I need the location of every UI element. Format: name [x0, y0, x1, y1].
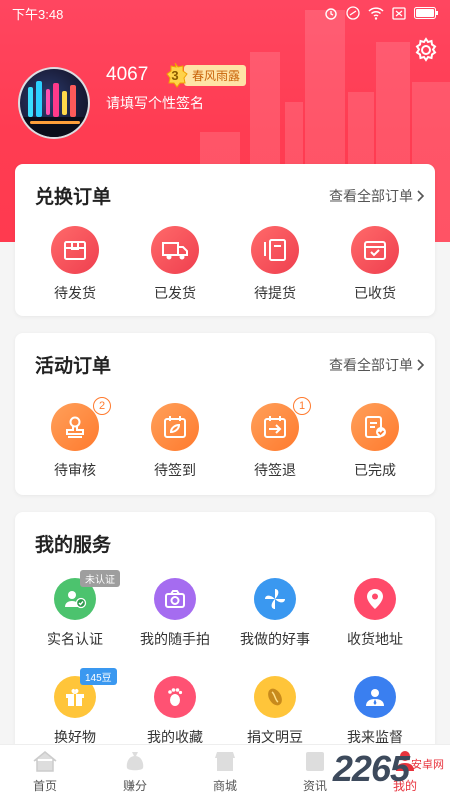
id-verify-icon	[65, 591, 87, 609]
activity-orders-title: 活动订单	[35, 356, 112, 377]
exchange-orders-title: 兑换订单	[35, 187, 112, 208]
tab-label: 赚分	[122, 779, 147, 793]
level-number: 3	[171, 67, 179, 83]
service-donate-beans[interactable]: 捐文明豆	[225, 676, 325, 747]
tab-home[interactable]: 首页	[0, 745, 90, 800]
tab-earn-points[interactable]: 赚分	[90, 745, 180, 800]
service-label: 收货地址	[347, 631, 403, 647]
activity-label: 已完成	[354, 462, 396, 478]
user-id: 4067	[106, 64, 149, 85]
exchange-view-all-link[interactable]: 查看全部订单	[329, 186, 425, 206]
watermark: 2265 安卓网	[333, 748, 444, 790]
nfc-icon	[346, 6, 360, 20]
order-label: 已收货	[354, 285, 396, 301]
tab-label: 商城	[212, 779, 237, 793]
supervisor-icon	[366, 689, 384, 706]
wifi-icon	[368, 6, 384, 20]
activity-view-all-link[interactable]: 查看全部订单	[329, 355, 425, 375]
avatar[interactable]	[18, 67, 90, 139]
services-title: 我的服务	[35, 535, 112, 556]
level-title: 春风雨露	[184, 64, 247, 86]
activity-label: 待签退	[254, 462, 296, 478]
tab-label: 首页	[32, 779, 57, 793]
order-pending-shipment[interactable]: 待发货	[25, 226, 125, 303]
status-time: 下午3:48	[12, 6, 64, 22]
shop-icon	[215, 752, 235, 771]
pickup-icon	[264, 239, 286, 261]
stamp-icon	[66, 416, 84, 438]
status-bar: 下午3:48	[0, 0, 450, 26]
truck-icon	[162, 242, 188, 260]
camera-icon	[165, 590, 185, 608]
pinwheel-icon	[265, 589, 285, 609]
service-label: 我的随手拍	[140, 631, 210, 647]
service-label: 实名认证	[47, 631, 103, 647]
battery-icon	[414, 7, 438, 19]
count-badge: 1	[293, 397, 311, 415]
news-icon	[306, 752, 324, 771]
verify-status-tag: 未认证	[80, 570, 120, 587]
bean-icon	[268, 688, 282, 706]
activity-orders-card: 活动订单 查看全部订单 2 待审核 待签到 1 待签退 已完成	[15, 333, 435, 495]
exchange-orders-card: 兑换订单 查看全部订单 待发货 已发货 待提货 已收货	[15, 164, 435, 316]
order-label: 待发货	[54, 285, 96, 301]
footprint-icon	[168, 688, 183, 706]
order-label: 已发货	[154, 285, 196, 301]
signature[interactable]: 请填写个性签名	[106, 93, 204, 113]
activity-pending-checkout[interactable]: 1 待签退	[225, 397, 325, 480]
alarm-icon	[325, 8, 337, 20]
activity-pending-review[interactable]: 2 待审核	[25, 397, 125, 480]
service-supervise[interactable]: 我来监督	[325, 676, 425, 747]
view-all-label: 查看全部订单	[329, 188, 413, 204]
order-pending-pickup[interactable]: 待提货	[225, 226, 325, 303]
order-received[interactable]: 已收货	[325, 226, 425, 303]
home-icon	[33, 751, 57, 772]
service-my-snapshots[interactable]: 我的随手拍	[125, 578, 225, 649]
watermark-site: 安卓网	[411, 759, 444, 771]
service-my-good-deeds[interactable]: 我做的好事	[225, 578, 325, 649]
count-badge: 2	[93, 397, 111, 415]
calendar-leaf-icon	[164, 416, 186, 438]
service-real-name-verify[interactable]: 未认证 实名认证	[25, 570, 125, 649]
activity-label: 待签到	[154, 462, 196, 478]
activity-label: 待审核	[54, 462, 96, 478]
view-all-label: 查看全部订单	[329, 357, 413, 373]
service-label: 我做的好事	[240, 631, 310, 647]
sim-icon	[392, 6, 406, 20]
tab-mall[interactable]: 商城	[180, 745, 270, 800]
level-star-icon: 3	[162, 62, 188, 88]
watermark-brand: 2265	[332, 748, 410, 789]
service-my-favorites[interactable]: 我的收藏	[125, 676, 225, 747]
activity-completed[interactable]: 已完成	[325, 403, 425, 480]
calendar-exit-icon	[264, 416, 286, 438]
services-card: 我的服务 未认证 实名认证 我的随手拍 我做的好事 收货地址 145豆 换好物	[15, 512, 435, 752]
order-shipped[interactable]: 已发货	[125, 226, 225, 303]
received-icon	[364, 241, 386, 260]
service-exchange-goods[interactable]: 145豆 换好物	[25, 668, 125, 747]
money-bag-icon	[126, 752, 144, 771]
checklist-icon	[365, 416, 386, 438]
level-badge: 3 春风雨露	[162, 62, 247, 88]
service-shipping-address[interactable]: 收货地址	[325, 578, 425, 649]
tab-label: 资讯	[302, 779, 327, 793]
order-label: 待提货	[254, 285, 296, 301]
settings-gear-icon[interactable]	[412, 36, 440, 64]
box-icon	[64, 241, 86, 260]
beans-count-tag: 145豆	[80, 668, 117, 685]
chevron-right-icon	[417, 359, 425, 371]
location-pin-icon	[367, 589, 383, 609]
activity-pending-checkin[interactable]: 待签到	[125, 403, 225, 480]
chevron-right-icon	[417, 190, 425, 202]
gift-icon	[66, 688, 84, 706]
